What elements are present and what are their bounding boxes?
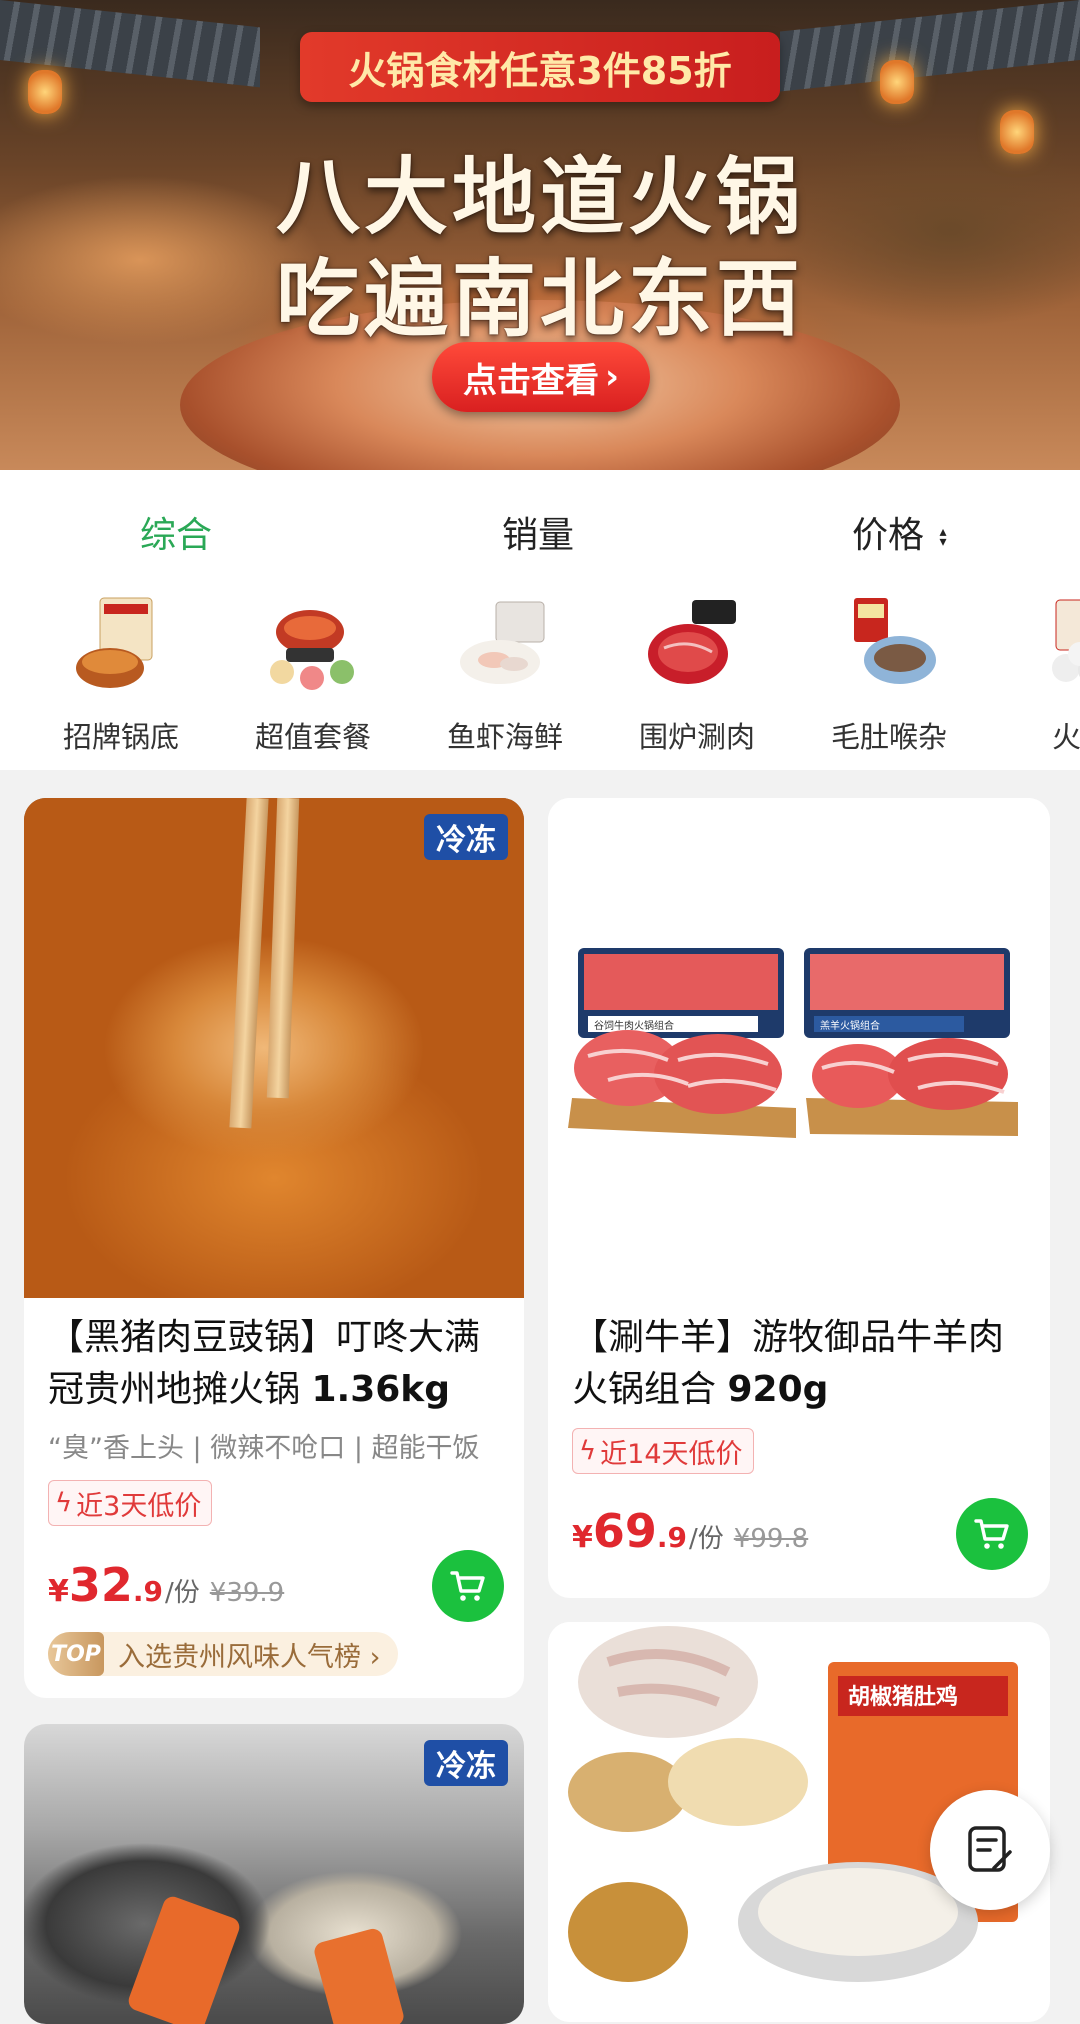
price-row: ¥ 69 .9 /份 ¥99.8 [572, 1504, 808, 1558]
carrot-image [312, 1926, 406, 2024]
category-label: 招牌锅底 [62, 720, 179, 754]
view-button[interactable]: 点击查看 › [432, 342, 650, 412]
lantern-decoration [880, 60, 914, 104]
category-item[interactable]: 毛肚喉杂 [804, 588, 974, 756]
price-decimal: .9 [656, 1521, 688, 1554]
sort-tab-price[interactable]: 价格 ▴ ▾ [852, 506, 947, 558]
sort-tab-label: 销量 [502, 515, 575, 556]
box-label: 羔羊火锅组合 [820, 1019, 880, 1032]
product-card[interactable]: 谷饲牛肉火锅组合 羔羊火锅组合 【涮牛羊】游牧御品牛羊肉火锅组合 920g ϟ … [548, 798, 1050, 1598]
hotpot-balls-icon [1026, 588, 1080, 698]
category-item[interactable]: 鱼虾海鲜 [420, 588, 590, 756]
lantern-decoration [28, 70, 62, 114]
lightning-icon: ϟ [55, 1488, 73, 1518]
ranking-label: 入选贵州风味人气榜 › [118, 1641, 381, 1673]
combo-meal-icon [258, 588, 368, 698]
category-label: 鱼虾海鲜 [446, 720, 563, 754]
category-label: 火锅 [1051, 720, 1080, 754]
add-to-cart-button[interactable] [432, 1550, 504, 1622]
frozen-badge: 冷冻 [424, 1740, 508, 1786]
price-row: ¥ 32 .9 /份 ¥39.9 [48, 1558, 284, 1612]
product-image: 谷饲牛肉火锅组合 羔羊火锅组合 [548, 798, 1050, 1298]
low-price-label: 近3天低价 [76, 1490, 202, 1522]
cart-icon [450, 1571, 485, 1601]
product-image [24, 798, 524, 1298]
list-edit-icon [968, 1826, 1012, 1872]
chopstick-image [229, 798, 269, 1129]
original-price: ¥39.9 [209, 1578, 285, 1608]
sort-tab-label: 综合 [140, 515, 213, 556]
sort-tab-overall[interactable]: 综合 [140, 506, 212, 558]
seafood-icon [450, 588, 560, 698]
roof-decoration [780, 0, 1080, 92]
product-subtitle: “臭”香上头 | 微辣不呛口 | 超能干饭 [48, 1433, 480, 1464]
price-unit: /份 [165, 1578, 200, 1608]
product-card[interactable]: 冷冻 [24, 1724, 524, 2024]
category-label: 超值套餐 [254, 720, 371, 754]
product-title: 【涮牛羊】游牧御品牛羊肉火锅组合 920g [572, 1317, 1005, 1410]
category-label: 毛肚喉杂 [830, 720, 947, 754]
price-unit: /份 [689, 1524, 724, 1554]
add-to-cart-button[interactable] [956, 1498, 1028, 1570]
category-item[interactable]: 超值套餐 [228, 588, 398, 756]
chevron-right-icon: › [604, 357, 619, 397]
category-item[interactable]: 招牌锅底 [36, 588, 206, 756]
currency-symbol: ¥ [572, 1520, 593, 1555]
sort-tab-label: 价格 [852, 515, 925, 556]
currency-symbol: ¥ [48, 1574, 69, 1609]
low-price-tag: ϟ 近14天低价 [572, 1428, 754, 1474]
top-badge-icon: TOP [48, 1632, 104, 1676]
category-item[interactable]: 围炉涮肉 [612, 588, 782, 756]
hotpot-base-icon [66, 588, 176, 698]
category-label: 围炉涮肉 [638, 720, 755, 754]
sort-arrows-icon: ▴ ▾ [939, 524, 947, 550]
category-item[interactable]: 火锅 [996, 588, 1080, 756]
cart-icon [974, 1519, 1009, 1549]
price-integer: 69 [592, 1504, 657, 1558]
filter-panel: 综合 销量 价格 ▴ ▾ 招牌锅底 超值套餐 鱼虾海鲜 围炉涮肉 毛肚喉杂 火 [0, 470, 1080, 770]
promo-tag: 火锅食材任意3件85折 [300, 32, 780, 102]
low-price-tag: ϟ 近3天低价 [48, 1480, 213, 1526]
price-integer: 32 [68, 1558, 133, 1612]
lightning-icon: ϟ [579, 1436, 597, 1466]
price-decimal: .9 [132, 1575, 164, 1608]
sort-tab-sales[interactable]: 销量 [502, 506, 574, 558]
product-card[interactable]: 冷冻 【黑猪肉豆豉锅】叮咚大满冠贵州地摊火锅 1.36kg “臭”香上头 | 微… [24, 798, 524, 1698]
banner-headline: 吃遍南北东西 [275, 250, 804, 348]
carrot-image [125, 1893, 243, 2024]
sliced-meat-icon [642, 588, 752, 698]
frozen-badge: 冷冻 [424, 814, 508, 860]
promo-banner[interactable]: 火锅食材任意3件85折 八大地道火锅 吃遍南北东西 点击查看 › [0, 0, 1080, 470]
product-title: 【黑猪肉豆豉锅】叮咚大满冠贵州地摊火锅 1.36kg [48, 1317, 481, 1410]
box-label: 谷饲牛肉火锅组合 [594, 1019, 674, 1032]
ranking-link[interactable]: TOP 入选贵州风味人气榜 › [48, 1632, 399, 1676]
chopstick-image [266, 798, 300, 1099]
view-button-label: 点击查看 [462, 360, 599, 401]
original-price: ¥99.8 [733, 1524, 809, 1554]
box-label: 胡椒猪肚鸡 [848, 1684, 958, 1710]
shopping-list-button[interactable] [930, 1790, 1050, 1910]
category-row: 招牌锅底 超值套餐 鱼虾海鲜 围炉涮肉 毛肚喉杂 火 [0, 588, 1080, 758]
low-price-label: 近14天低价 [600, 1438, 743, 1470]
tripe-icon [834, 588, 944, 698]
